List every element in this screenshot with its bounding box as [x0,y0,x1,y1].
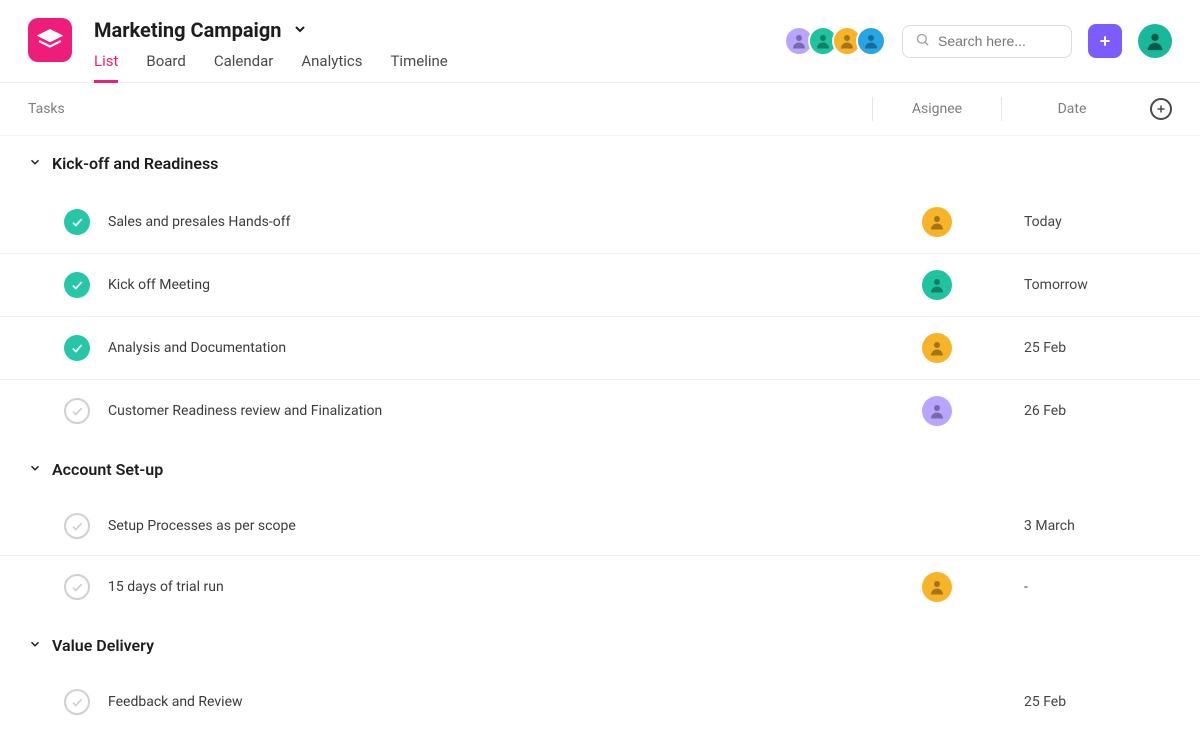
task-date: 3 March [1002,518,1142,534]
check-pending-icon[interactable] [64,689,90,715]
section: Account Set-up Setup Processes as per sco… [0,442,1200,618]
task-row[interactable]: Customer Readiness review and Finalizati… [0,380,1200,442]
check-done-icon[interactable] [64,335,90,361]
current-user-avatar[interactable] [1138,24,1172,58]
assignee-avatar[interactable] [922,333,952,363]
task-row[interactable]: Setup Processes as per scope 3 March [0,497,1200,556]
tab-timeline[interactable]: Timeline [390,52,447,82]
section-header[interactable]: Value Delivery [0,618,1200,673]
task-date: 26 Feb [1002,403,1142,419]
task-row[interactable]: 15 days of trial run - [0,556,1200,618]
task-assignee[interactable] [872,270,1002,300]
check-done-icon[interactable] [64,209,90,235]
task-title: Kick off Meeting [108,277,872,293]
assignee-avatar[interactable] [922,572,952,602]
assignee-avatar[interactable] [922,396,952,426]
member-avatars[interactable] [784,26,886,56]
check-done-icon[interactable] [64,272,90,298]
add-column-button[interactable] [1150,98,1172,120]
tab-list[interactable]: List [94,52,118,83]
task-title: Analysis and Documentation [108,340,872,356]
app-logo[interactable] [28,18,72,62]
column-date: Date [1002,97,1142,121]
task-title: Customer Readiness review and Finalizati… [108,403,872,419]
assignee-avatar[interactable] [922,207,952,237]
task-row[interactable]: Analysis and Documentation 25 Feb [0,317,1200,380]
search-field[interactable] [938,33,1059,49]
check-pending-icon[interactable] [64,513,90,539]
chevron-down-icon [28,636,42,655]
task-sections: Kick-off and Readiness Sales and presales… [0,136,1200,731]
chevron-down-icon [292,18,308,42]
column-header-row: Tasks Asignee Date [0,83,1200,136]
column-assignee: Asignee [872,97,1002,121]
task-title: Setup Processes as per scope [108,518,872,534]
task-date: - [1002,579,1142,595]
view-tabs: List Board Calendar Analytics Timeline [94,52,448,82]
column-tasks: Tasks [28,101,872,117]
task-assignee[interactable] [872,396,1002,426]
task-title: 15 days of trial run [108,579,872,595]
task-date: 25 Feb [1002,340,1142,356]
project-title-text: Marketing Campaign [94,18,282,42]
tab-board[interactable]: Board [146,52,185,82]
task-date: Today [1002,214,1142,230]
task-row[interactable]: Feedback and Review25 Feb [0,673,1200,731]
task-assignee[interactable] [872,572,1002,602]
tab-analytics[interactable]: Analytics [301,52,362,82]
section-title: Value Delivery [52,636,154,655]
check-pending-icon[interactable] [64,398,90,424]
member-avatar[interactable] [856,26,886,56]
chevron-down-icon [28,154,42,173]
task-row[interactable]: Kick off Meeting Tomorrow [0,254,1200,317]
task-date: Tomorrow [1002,277,1142,293]
new-button[interactable] [1088,24,1122,58]
assignee-avatar[interactable] [922,270,952,300]
check-pending-icon[interactable] [64,574,90,600]
section-header[interactable]: Account Set-up [0,442,1200,497]
section: Value Delivery Feedback and Review25 Feb [0,618,1200,731]
tab-calendar[interactable]: Calendar [214,52,274,82]
task-assignee[interactable] [872,333,1002,363]
project-title[interactable]: Marketing Campaign [94,18,448,42]
chevron-down-icon [28,460,42,479]
app-header: Marketing Campaign List Board Calendar Anal… [0,0,1200,83]
section-title: Account Set-up [52,460,163,479]
task-row[interactable]: Sales and presales Hands-off Today [0,191,1200,254]
task-assignee[interactable] [872,207,1002,237]
section-header[interactable]: Kick-off and Readiness [0,136,1200,191]
search-icon [915,32,930,51]
section-title: Kick-off and Readiness [52,154,218,173]
section: Kick-off and Readiness Sales and presales… [0,136,1200,442]
search-input[interactable] [902,25,1072,58]
task-title: Sales and presales Hands-off [108,214,872,230]
